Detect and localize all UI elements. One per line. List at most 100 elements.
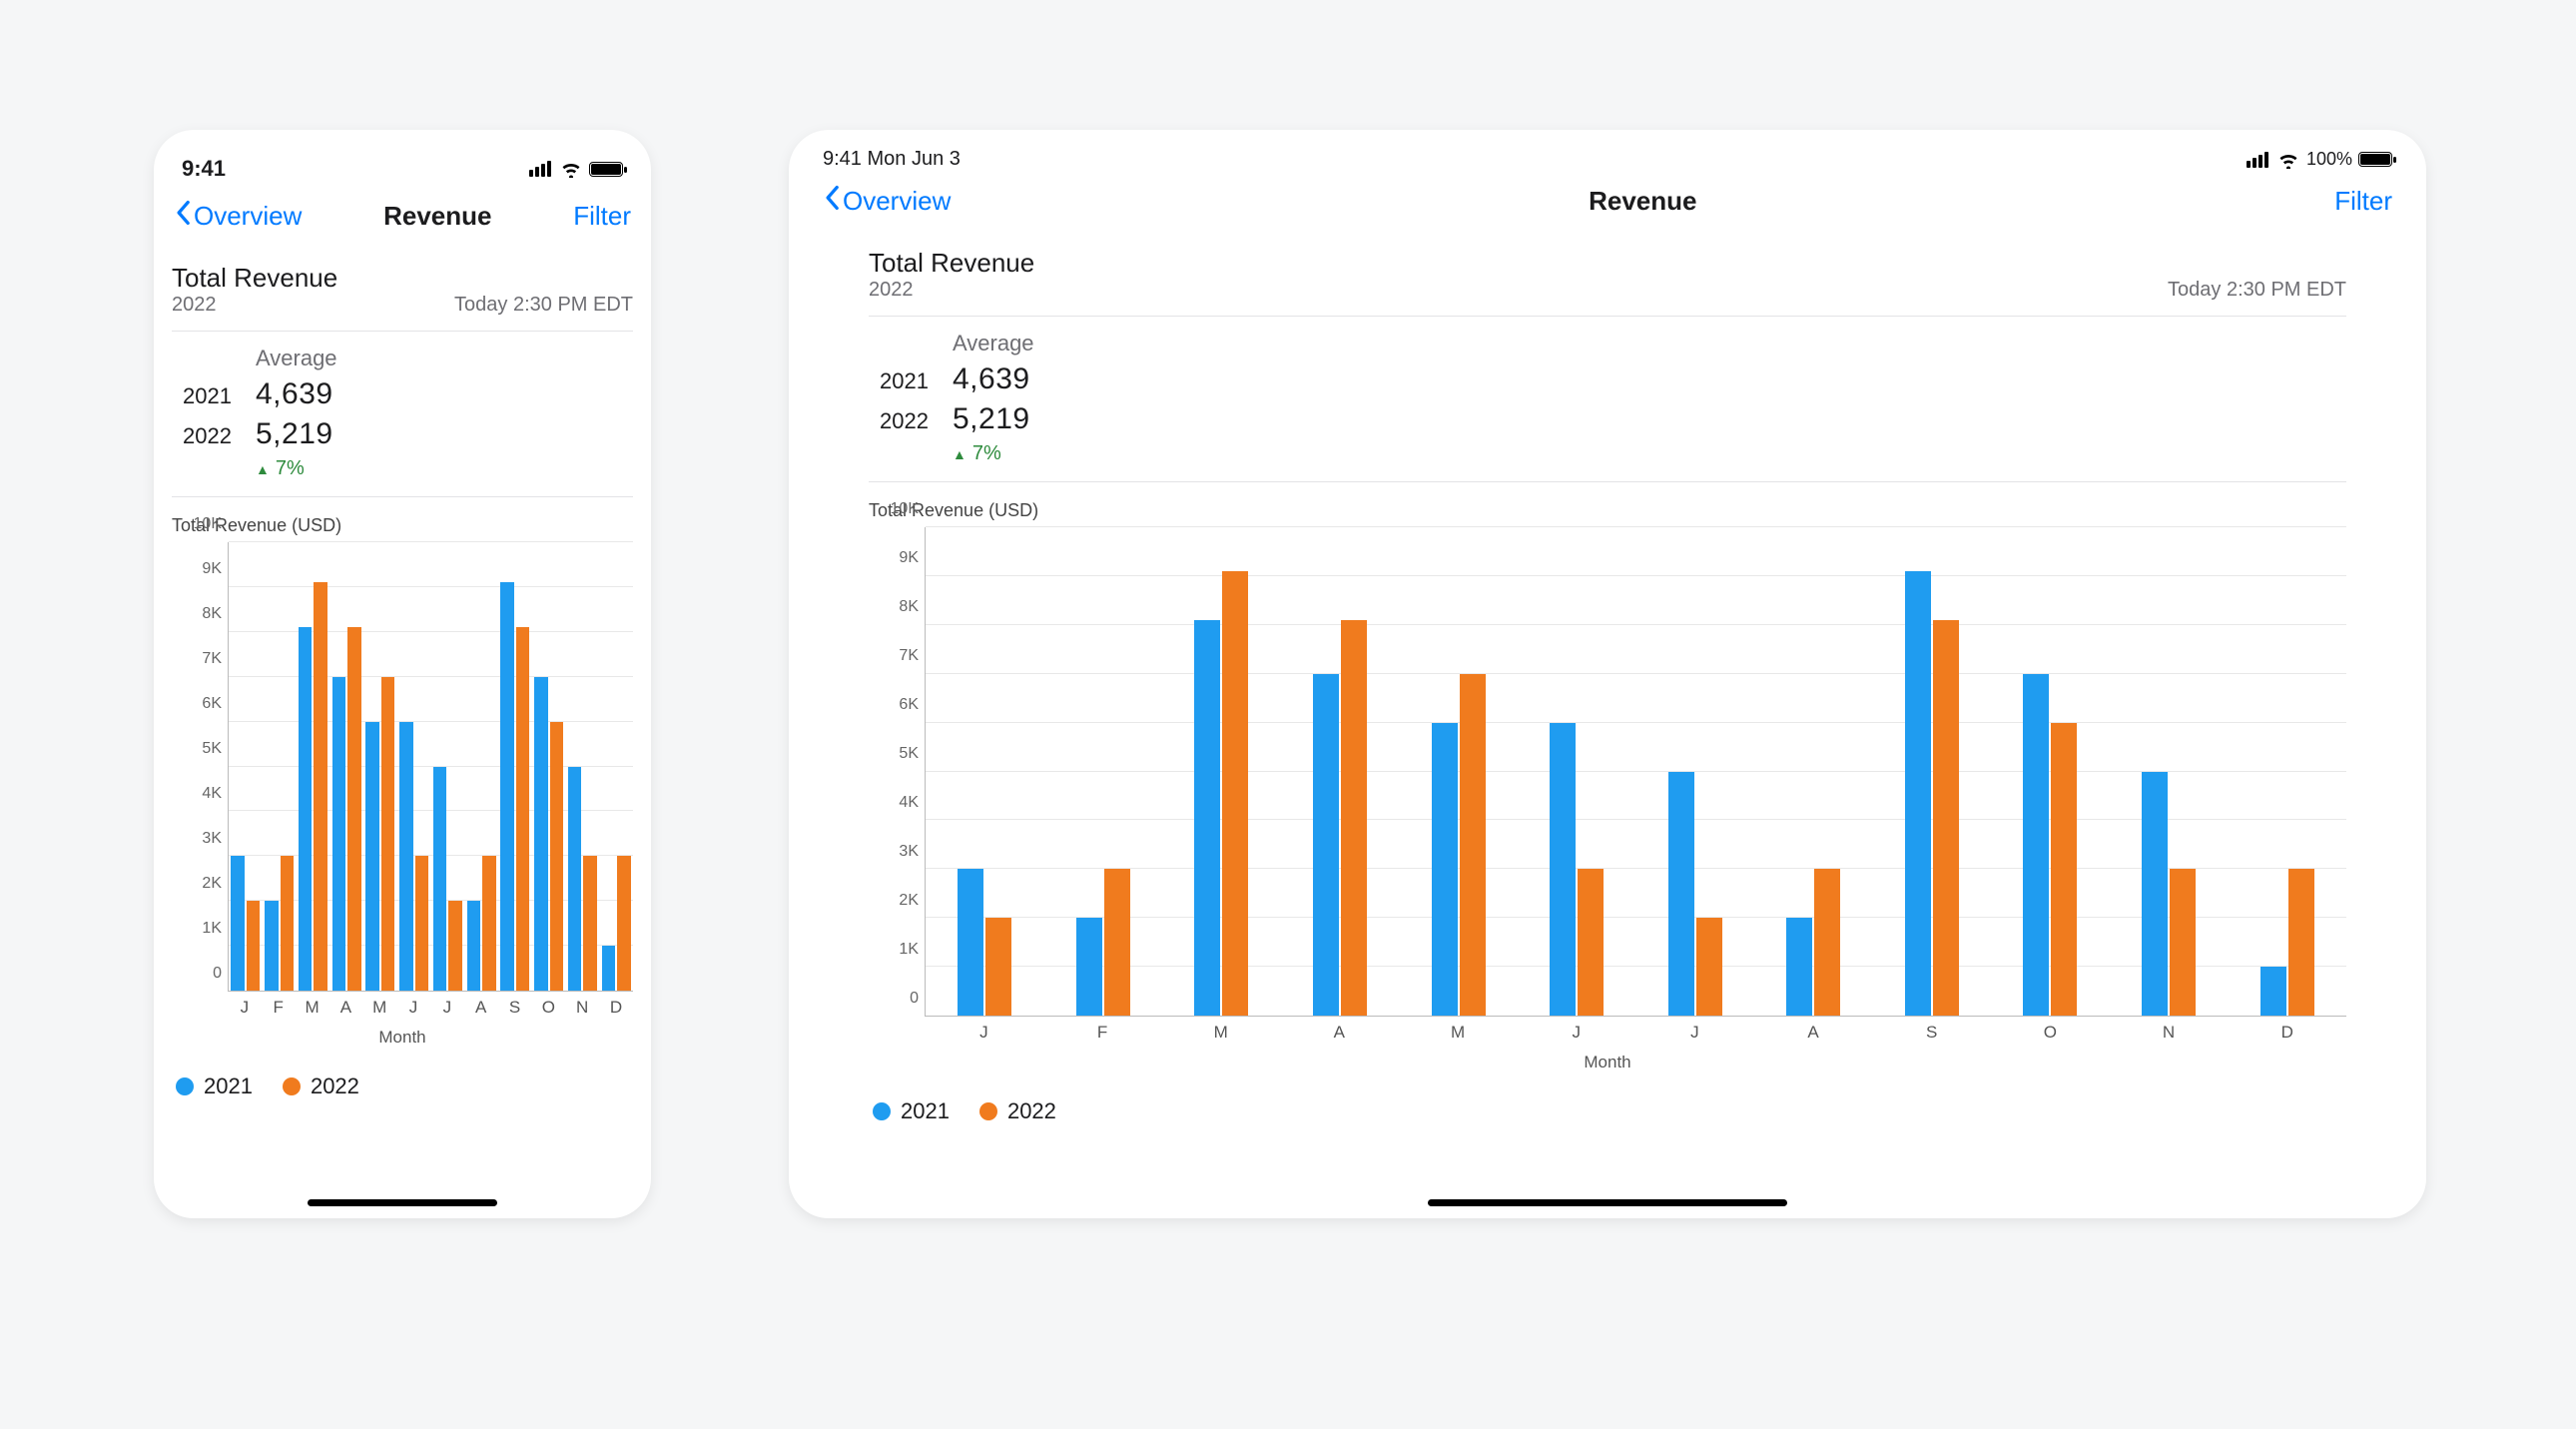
bar <box>1104 869 1130 1016</box>
x-tick: J <box>1517 1017 1635 1047</box>
x-tick: A <box>1754 1017 1873 1047</box>
section-title: Total Revenue <box>172 249 633 294</box>
timestamp: Today 2:30 PM EDT <box>2168 279 2346 302</box>
avg-year-0: 2021 <box>172 383 232 409</box>
battery-pct: 100% <box>2306 149 2352 170</box>
bar <box>1578 869 1604 1016</box>
back-button[interactable]: Overview <box>174 200 302 233</box>
bar <box>1194 620 1220 1016</box>
bar <box>2170 869 2196 1016</box>
bar-group <box>363 542 397 991</box>
bar <box>568 767 582 992</box>
bar-group <box>1754 527 1873 1016</box>
bar <box>1933 620 1959 1016</box>
legend-label-2022: 2022 <box>311 1073 359 1099</box>
bar-group <box>1518 527 1636 1016</box>
averages-heading: Average <box>953 331 1034 357</box>
legend-label-2021: 2021 <box>901 1098 950 1124</box>
y-tick: 2K <box>172 875 222 893</box>
bar-group <box>297 542 330 991</box>
legend: 2021 2022 <box>869 1072 2346 1124</box>
bar <box>550 722 564 991</box>
x-tick: O <box>531 992 565 1022</box>
avg-year-0: 2021 <box>869 368 929 394</box>
x-axis-label: Month <box>869 1047 2346 1072</box>
y-tick: 3K <box>869 843 919 861</box>
y-tick: 7K <box>172 650 222 668</box>
bar-group <box>263 542 297 991</box>
swatch-2021 <box>176 1077 194 1095</box>
bar <box>332 677 346 991</box>
bar <box>399 722 413 991</box>
bar <box>602 946 616 991</box>
bar <box>1432 723 1458 1016</box>
y-tick: 7K <box>869 647 919 665</box>
bar <box>365 722 379 991</box>
bar <box>448 901 462 991</box>
avg-value-1: 5,219 <box>953 402 1034 436</box>
bar <box>2023 674 2049 1016</box>
home-indicator <box>308 1199 497 1206</box>
back-label: Overview <box>194 201 302 232</box>
x-tick: N <box>2110 1017 2229 1047</box>
battery-icon <box>589 162 623 177</box>
triangle-up-icon: ▲ <box>953 446 966 462</box>
bar <box>2051 723 2077 1016</box>
x-tick: M <box>1399 1017 1518 1047</box>
y-tick: 8K <box>869 598 919 616</box>
section-subtitle-year: 2022 <box>172 294 217 317</box>
y-tick: 1K <box>869 941 919 959</box>
legend-item-2021: 2021 <box>176 1073 253 1099</box>
x-tick: S <box>1872 1017 1991 1047</box>
bar <box>958 869 983 1016</box>
filter-button[interactable]: Filter <box>573 201 631 232</box>
nav-bar: Overview Revenue Filter <box>168 194 637 249</box>
chart: 01K2K3K4K5K6K7K8K9K10KJFMAMJJASOND <box>172 542 633 1022</box>
home-indicator <box>1428 1199 1787 1206</box>
bar <box>347 627 361 991</box>
nav-bar: Overview Revenue Filter <box>817 179 2398 234</box>
wifi-icon <box>559 160 583 178</box>
status-time-date: 9:41 Mon Jun 3 <box>823 148 2247 171</box>
x-tick: F <box>1043 1017 1162 1047</box>
avg-value-0: 4,639 <box>953 362 1034 396</box>
bar-group <box>397 542 431 991</box>
chart-caption: Total Revenue (USD) <box>869 500 2346 527</box>
battery-icon <box>2358 152 2392 167</box>
x-tick: J <box>925 1017 1043 1047</box>
x-axis-label: Month <box>172 1022 633 1048</box>
x-tick: M <box>362 992 396 1022</box>
delta-value: 7% <box>972 442 1001 465</box>
bar-group <box>1635 527 1754 1016</box>
y-tick: 5K <box>869 745 919 763</box>
bar <box>583 856 597 991</box>
y-tick: 1K <box>172 920 222 938</box>
bar <box>415 856 429 991</box>
x-tick: M <box>296 992 329 1022</box>
delta-badge: ▲ 7% <box>953 442 1034 465</box>
x-tick: A <box>1280 1017 1399 1047</box>
bar <box>1814 869 1840 1016</box>
back-button[interactable]: Overview <box>823 185 951 218</box>
y-tick: 10K <box>172 515 222 533</box>
bar <box>1076 918 1102 1016</box>
bar <box>1313 674 1339 1016</box>
chevron-left-icon <box>823 185 841 218</box>
y-tick: 9K <box>869 549 919 567</box>
bar <box>1786 918 1812 1016</box>
page-title: Revenue <box>302 201 573 232</box>
legend-item-2022: 2022 <box>283 1073 359 1099</box>
y-tick: 0 <box>869 990 919 1008</box>
filter-button[interactable]: Filter <box>2334 186 2392 217</box>
cellular-icon <box>2247 152 2270 168</box>
wifi-icon <box>2276 151 2300 169</box>
legend-item-2022: 2022 <box>979 1098 1056 1124</box>
x-tick: O <box>1991 1017 2110 1047</box>
bar <box>1696 918 1722 1016</box>
bar-group <box>1044 527 1163 1016</box>
bar-group <box>2110 527 2229 1016</box>
x-tick: N <box>565 992 599 1022</box>
delta-badge: ▲ 7% <box>256 457 337 480</box>
status-bar: 9:41 Mon Jun 3 100% <box>817 144 2398 179</box>
y-tick: 6K <box>172 695 222 713</box>
